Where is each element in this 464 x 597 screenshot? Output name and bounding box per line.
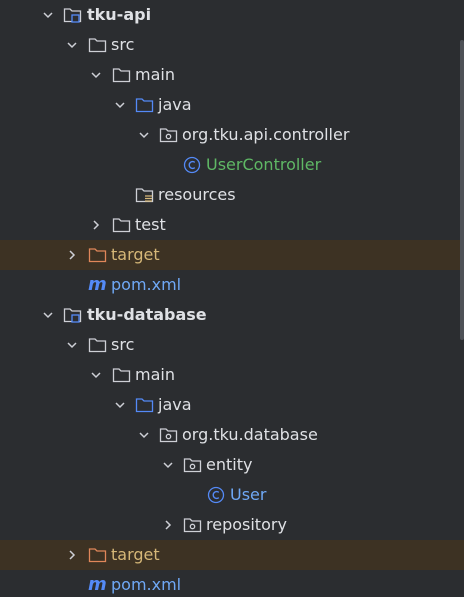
chevron-down-icon[interactable] (40, 300, 56, 330)
package-label: org.tku.api.controller (182, 125, 350, 144)
resources-folder-icon (134, 180, 154, 210)
file-label: pom.xml (111, 575, 182, 594)
excluded-folder-icon (87, 240, 107, 270)
chevron-down-icon[interactable] (64, 30, 80, 60)
folder-label: java (158, 95, 192, 114)
package-label: entity (206, 455, 253, 474)
java-class-icon (182, 150, 202, 180)
chevron-down-icon[interactable] (112, 390, 128, 420)
tree-row-src[interactable]: src (0, 30, 464, 60)
source-root-folder-icon (134, 390, 154, 420)
tree-row-repository[interactable]: repository (0, 510, 464, 540)
chevron-down-icon[interactable] (136, 120, 152, 150)
chevron-right-icon[interactable] (88, 210, 104, 240)
chevron-right-icon[interactable] (64, 540, 80, 570)
package-icon (182, 510, 202, 540)
folder-icon (111, 360, 131, 390)
maven-icon: m (87, 570, 107, 597)
tree-row-main[interactable]: main (0, 360, 464, 390)
file-label: pom.xml (111, 275, 182, 294)
tree-row-module-tku-database[interactable]: tku-database (0, 300, 464, 330)
folder-label: test (135, 215, 166, 234)
folder-icon (87, 330, 107, 360)
tree-row-class[interactable]: UserController (0, 150, 464, 180)
folder-label: target (111, 245, 160, 264)
module-name: tku-database (87, 305, 207, 324)
chevron-down-icon[interactable] (160, 450, 176, 480)
maven-icon: m (87, 270, 107, 300)
chevron-down-icon[interactable] (136, 420, 152, 450)
folder-label: target (111, 545, 160, 564)
java-class-icon (206, 480, 226, 510)
module-name: tku-api (87, 5, 152, 24)
chevron-right-icon[interactable] (64, 240, 80, 270)
chevron-right-icon[interactable] (160, 510, 176, 540)
chevron-down-icon[interactable] (64, 330, 80, 360)
excluded-folder-icon (87, 540, 107, 570)
tree-row-pom[interactable]: m pom.xml (0, 570, 464, 597)
tree-row-target[interactable]: target (0, 540, 464, 570)
package-icon (182, 450, 202, 480)
tree-row-package[interactable]: org.tku.api.controller (0, 120, 464, 150)
tree-row-class[interactable]: User (0, 480, 464, 510)
chevron-down-icon[interactable] (88, 60, 104, 90)
folder-icon (111, 210, 131, 240)
folder-icon (87, 30, 107, 60)
package-icon (158, 420, 178, 450)
folder-label: resources (158, 185, 236, 204)
tree-row-main[interactable]: main (0, 60, 464, 90)
tree-row-module-tku-api[interactable]: tku-api (0, 0, 464, 30)
folder-label: main (135, 65, 175, 84)
chevron-down-icon[interactable] (88, 360, 104, 390)
folder-icon (111, 60, 131, 90)
chevron-down-icon[interactable] (40, 0, 56, 30)
tree-row-java[interactable]: java (0, 390, 464, 420)
class-label: UserController (206, 155, 322, 174)
vertical-scrollbar[interactable] (460, 40, 464, 340)
chevron-down-icon[interactable] (112, 90, 128, 120)
module-folder-icon (62, 0, 82, 30)
tree-row-java[interactable]: java (0, 90, 464, 120)
tree-row-package[interactable]: org.tku.database (0, 420, 464, 450)
package-label: org.tku.database (182, 425, 318, 444)
svg-text:m: m (88, 276, 107, 294)
source-root-folder-icon (134, 90, 154, 120)
tree-row-test[interactable]: test (0, 210, 464, 240)
project-tree: tku-api src main java org.tku.api.contro… (0, 0, 464, 597)
class-label: User (230, 485, 267, 504)
folder-label: java (158, 395, 192, 414)
tree-row-target[interactable]: target (0, 240, 464, 270)
tree-row-src[interactable]: src (0, 330, 464, 360)
folder-label: src (111, 35, 135, 54)
package-label: repository (206, 515, 287, 534)
folder-label: main (135, 365, 175, 384)
package-icon (158, 120, 178, 150)
tree-row-pom[interactable]: m pom.xml (0, 270, 464, 300)
module-folder-icon (62, 300, 82, 330)
tree-row-entity[interactable]: entity (0, 450, 464, 480)
folder-label: src (111, 335, 135, 354)
svg-text:m: m (88, 576, 107, 594)
tree-row-resources[interactable]: resources (0, 180, 464, 210)
